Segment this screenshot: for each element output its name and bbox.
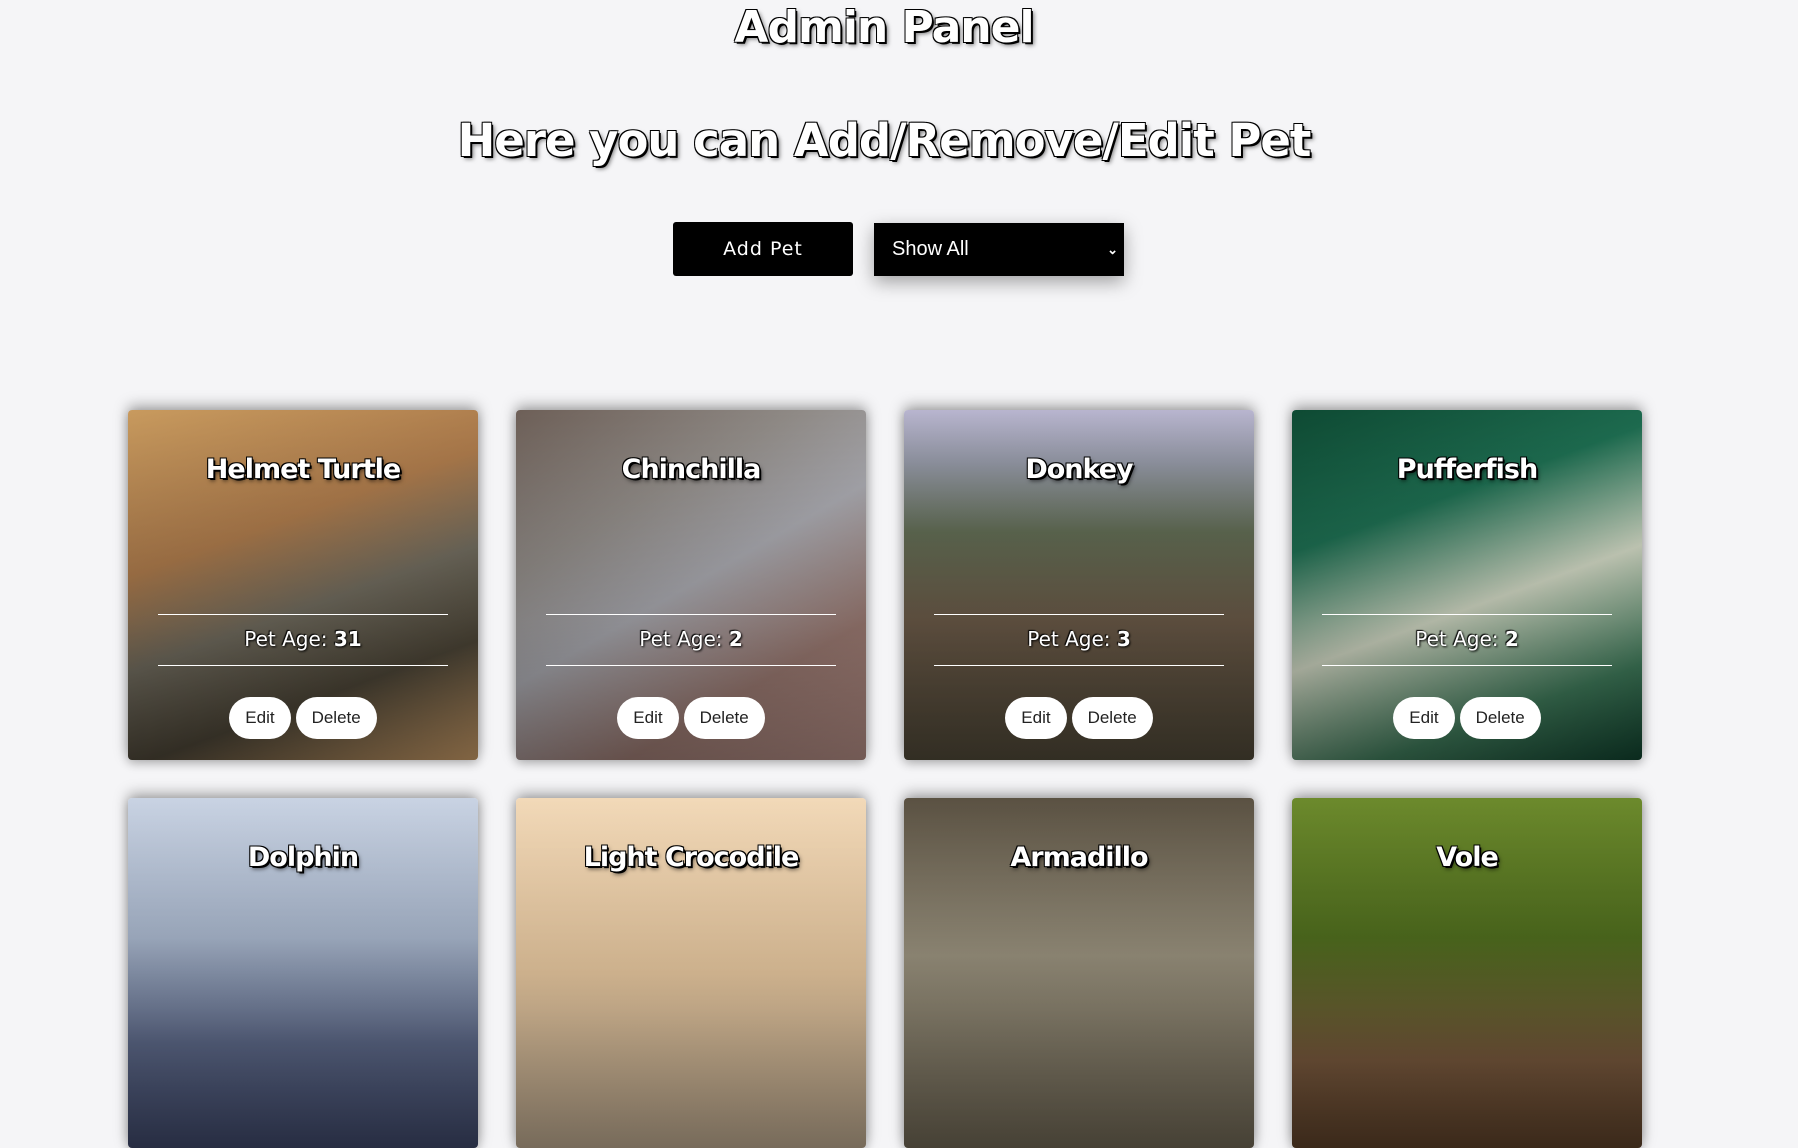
pet-age-label: Pet Age: [1027,627,1111,651]
chevron-down-icon: ⌄ [1107,241,1118,257]
pet-name: Light Crocodile [583,842,800,873]
delete-button[interactable]: Delete [1459,697,1541,739]
pet-name: Vole [1436,842,1499,873]
pet-age: Pet Age: 31 [128,627,478,651]
pet-actions: Edit Delete [128,697,478,739]
divider [1322,614,1612,615]
edit-button[interactable]: Edit [229,697,291,739]
pet-age: Pet Age: 2 [516,627,866,651]
divider [934,665,1224,666]
pet-card: Pufferfish Pet Age: 2 Edit Delete [1292,410,1642,760]
add-pet-button[interactable]: Add Pet [673,222,853,276]
delete-button[interactable]: Delete [1071,697,1153,739]
pet-grid: Helmet Turtle Pet Age: 31 Edit Delete Chinch… [128,410,1642,1148]
page-title: Admin Panel [734,2,1034,53]
divider [158,614,448,615]
pet-actions: Edit Delete [904,697,1254,739]
pet-age-value: 2 [1504,627,1519,651]
pet-card: Helmet Turtle Pet Age: 31 Edit Delete [128,410,478,760]
divider [934,614,1224,615]
pet-card: Vole [1292,798,1642,1148]
pet-name: Donkey [1025,454,1133,485]
pet-actions: Edit Delete [1292,697,1642,739]
pet-name: Dolphin [247,842,359,873]
pet-card: Light Crocodile [516,798,866,1148]
pet-card: Donkey Pet Age: 3 Edit Delete [904,410,1254,760]
divider [1322,665,1612,666]
divider [546,614,836,615]
pet-age-label: Pet Age: [244,627,328,651]
pet-age: Pet Age: 2 [1292,627,1642,651]
pet-name: Helmet Turtle [205,454,401,485]
pet-age-value: 31 [333,627,362,651]
pet-age-value: 3 [1116,627,1131,651]
pet-card: Armadillo [904,798,1254,1148]
pet-name: Chinchilla [621,454,762,485]
pet-filter-value: Show All [892,238,969,260]
edit-button[interactable]: Edit [617,697,679,739]
pet-filter-select[interactable]: Show All ⌄ [874,223,1124,276]
pet-actions: Edit Delete [516,697,866,739]
edit-button[interactable]: Edit [1005,697,1067,739]
divider [546,665,836,666]
divider [158,665,448,666]
pet-name: Pufferfish [1396,454,1538,485]
edit-button[interactable]: Edit [1393,697,1455,739]
page-subtitle: Here you can Add/Remove/Edit Pet [457,114,1312,167]
pet-age-label: Pet Age: [639,627,723,651]
pet-age-value: 2 [728,627,743,651]
delete-button[interactable]: Delete [295,697,377,739]
pet-age-label: Pet Age: [1415,627,1499,651]
pet-card: Dolphin [128,798,478,1148]
pet-age: Pet Age: 3 [904,627,1254,651]
delete-button[interactable]: Delete [683,697,765,739]
pet-card: Chinchilla Pet Age: 2 Edit Delete [516,410,866,760]
pet-name: Armadillo [1010,842,1148,873]
